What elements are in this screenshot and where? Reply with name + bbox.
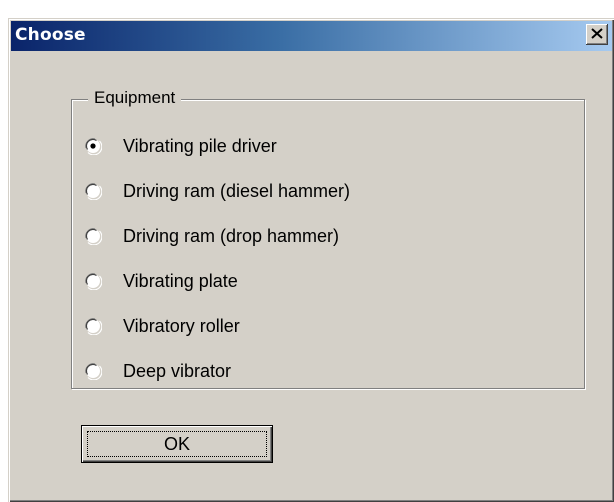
radio-option-vibrating-pile-driver[interactable]: Vibrating pile driver (84, 131, 277, 161)
radio-label: Driving ram (diesel hammer) (123, 180, 351, 201)
radio-button-icon[interactable] (84, 272, 102, 290)
title-bar[interactable]: Choose (11, 21, 612, 51)
radio-button-icon[interactable] (84, 317, 102, 335)
radio-button-icon[interactable] (84, 137, 102, 155)
ok-button[interactable]: OK (81, 425, 273, 463)
ok-button-label: OK (163, 433, 190, 454)
radio-label: Vibratory roller (123, 315, 240, 336)
close-icon (591, 28, 603, 39)
radio-label: Vibrating plate (123, 270, 238, 291)
window-title: Choose (15, 25, 86, 45)
equipment-groupbox: Equipment Vibrating pile driver Driving … (71, 88, 585, 389)
radio-option-driving-ram-diesel[interactable]: Driving ram (diesel hammer) (84, 176, 350, 206)
radio-label: Deep vibrator (123, 360, 232, 381)
radio-label: Vibrating pile driver (123, 135, 277, 156)
radio-button-icon[interactable] (84, 227, 102, 245)
radio-option-deep-vibrator[interactable]: Deep vibrator (84, 356, 231, 386)
radio-option-vibratory-roller[interactable]: Vibratory roller (84, 311, 240, 341)
equipment-legend: Equipment (88, 88, 182, 108)
close-button[interactable] (586, 24, 608, 45)
radio-button-icon[interactable] (84, 362, 102, 380)
choose-dialog: Choose Equipment Vibrating pile driver D… (8, 18, 614, 502)
radio-option-driving-ram-drop[interactable]: Driving ram (drop hammer) (84, 221, 339, 251)
radio-option-vibrating-plate[interactable]: Vibrating plate (84, 266, 238, 296)
radio-label: Driving ram (drop hammer) (123, 225, 340, 246)
radio-button-icon[interactable] (84, 182, 102, 200)
